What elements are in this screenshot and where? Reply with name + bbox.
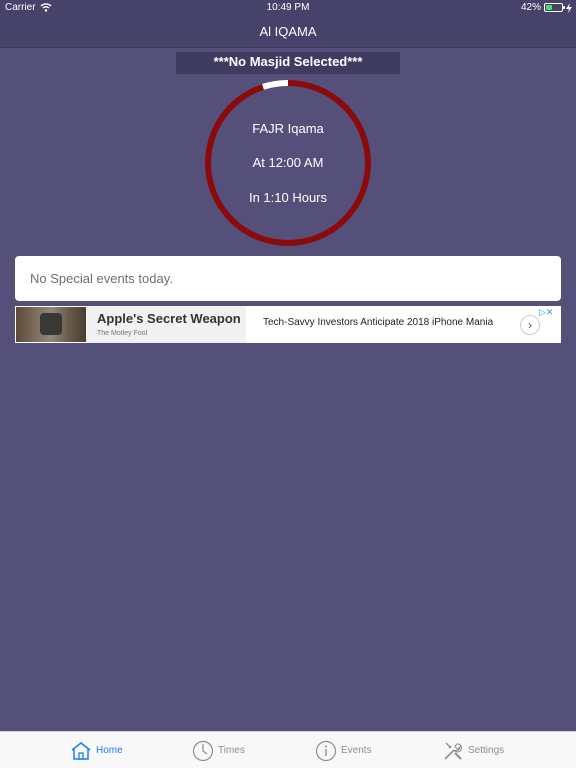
status-time: 10:49 PM (266, 2, 310, 13)
battery-percent: 42% (520, 2, 541, 13)
apple-logo-icon (40, 313, 62, 335)
ad-image (16, 307, 86, 342)
battery-status: 42% (521, 2, 572, 13)
tab-bar: Home Times Events Settings (0, 731, 576, 768)
ad-source: The Motley Fool (97, 330, 148, 337)
tools-icon (444, 742, 462, 760)
tab-times[interactable]: Times (192, 732, 245, 768)
iqama-countdown-ring: FAJR Iqama At 12:00 AM In 1:10 Hours (204, 79, 372, 247)
tab-events[interactable]: Events (315, 732, 372, 768)
battery-icon (544, 3, 565, 12)
time-remaining: In 1:10 Hours (248, 190, 328, 205)
iqama-time: At 12:00 AM (252, 155, 324, 170)
charging-icon (566, 2, 572, 13)
ad-text: Tech-Savvy Investors Anticipate 2018 iPh… (263, 317, 494, 328)
countdown-text: FAJR Iqama At 12:00 AM In 1:10 Hours (204, 79, 372, 247)
home-icon (71, 741, 91, 760)
adchoices-icon[interactable]: ▷✕ (539, 307, 553, 318)
page-title: Al IQAMA (259, 24, 317, 39)
status-bar: Carrier 10:49 PM 42% (0, 0, 576, 16)
ad-banner[interactable]: Apple's Secret Weapon The Motley Fool Te… (15, 306, 561, 343)
tab-label-settings: Settings (468, 745, 505, 756)
tab-label-times: Times (218, 745, 245, 756)
nav-bar: Al IQAMA (0, 16, 576, 48)
masjid-label: ***No Masjid Selected*** (213, 54, 363, 69)
tab-settings[interactable]: Settings (442, 732, 504, 768)
events-card[interactable]: No Special events today. (15, 256, 561, 301)
ad-arrow-button[interactable]: › (520, 315, 540, 335)
tab-label-home: Home (96, 745, 123, 756)
ad-headline-block: Apple's Secret Weapon The Motley Fool (86, 306, 246, 343)
prayer-name: FAJR Iqama (252, 121, 324, 136)
clock-icon (192, 740, 214, 761)
events-message: No Special events today. (30, 271, 173, 286)
tab-label-events: Events (341, 745, 372, 756)
ad-title: Apple's Secret Weapon (97, 311, 241, 326)
info-icon (315, 740, 337, 761)
tab-home[interactable]: Home (70, 732, 123, 768)
masjid-selector[interactable]: ***No Masjid Selected*** (176, 52, 400, 74)
